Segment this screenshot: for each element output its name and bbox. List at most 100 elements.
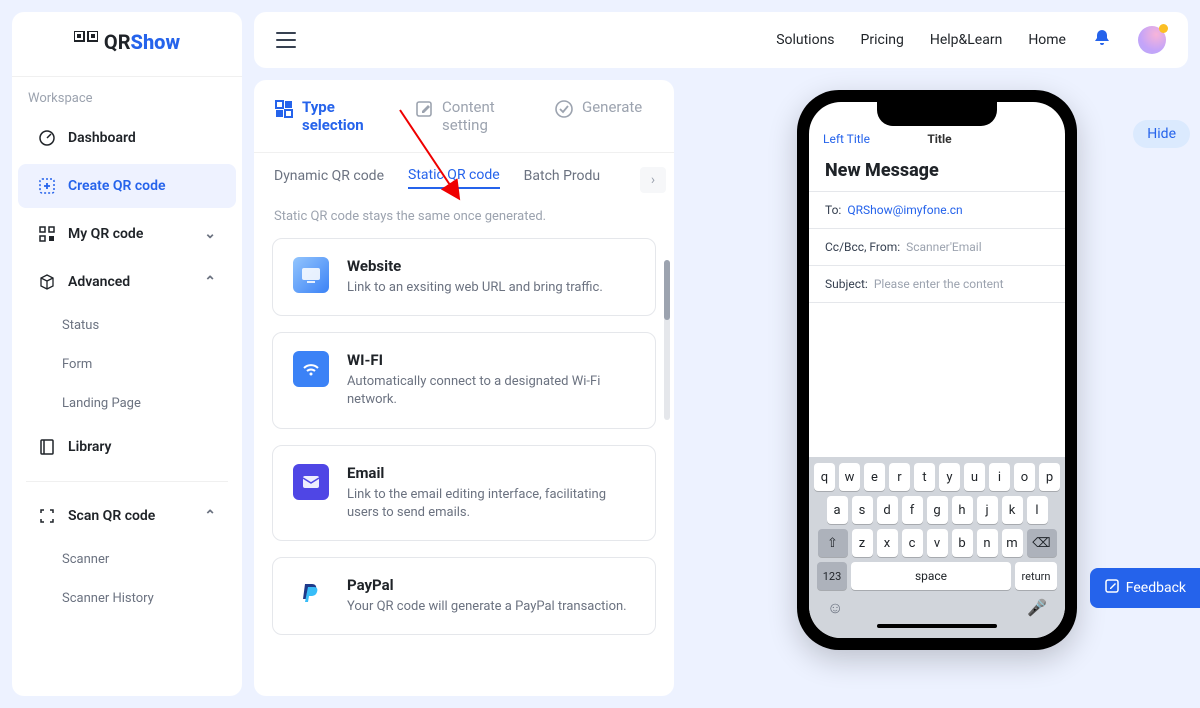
key-h[interactable]: h — [952, 496, 973, 524]
msg-body[interactable] — [809, 302, 1065, 457]
key-c[interactable]: c — [902, 529, 923, 557]
nav-my-qr[interactable]: My QR code ⌄ — [18, 212, 236, 256]
subject-label: Subject: — [825, 277, 868, 291]
key-i[interactable]: i — [989, 463, 1010, 491]
step-content-setting[interactable]: Content setting — [414, 98, 522, 134]
key-p[interactable]: p — [1039, 463, 1060, 491]
sub-scanner-history[interactable]: Scanner History — [12, 579, 242, 618]
key-q[interactable]: q — [814, 463, 835, 491]
nav-create-qr[interactable]: Create QR code — [18, 164, 236, 208]
phone-center-title: Title — [870, 132, 1009, 146]
hamburger-icon[interactable] — [276, 32, 296, 48]
sub-landing[interactable]: Landing Page — [12, 384, 242, 423]
tab-static[interactable]: Static QR code — [408, 167, 500, 189]
logo[interactable]: QRShow — [12, 12, 242, 77]
nav-label: Scan QR code — [68, 508, 155, 524]
kb-row-3: ⇧ zxcvbnm ⌫ — [813, 529, 1061, 557]
emoji-icon[interactable]: ☺ — [827, 598, 843, 618]
phone-screen: Left Title Title New Message To: QRShow@… — [809, 102, 1065, 638]
cube-icon — [38, 273, 56, 291]
top-solutions[interactable]: Solutions — [776, 32, 834, 48]
top-help[interactable]: Help&Learn — [930, 32, 1002, 48]
key-d[interactable]: d — [877, 496, 898, 524]
nav-label: My QR code — [68, 226, 143, 242]
key-b[interactable]: b — [952, 529, 973, 557]
to-label: To: — [825, 203, 841, 217]
scrollbar[interactable] — [664, 260, 670, 420]
top-home[interactable]: Home — [1028, 32, 1066, 48]
key-f[interactable]: f — [902, 496, 923, 524]
key-r[interactable]: r — [889, 463, 910, 491]
key-g[interactable]: g — [927, 496, 948, 524]
num-key[interactable]: 123 — [817, 562, 847, 590]
qr-icon — [74, 30, 98, 54]
type-email[interactable]: Email Link to the email editing interfac… — [272, 445, 656, 541]
email-icon — [293, 464, 329, 500]
key-m[interactable]: m — [1002, 529, 1023, 557]
key-v[interactable]: v — [927, 529, 948, 557]
key-t[interactable]: t — [914, 463, 935, 491]
key-s[interactable]: s — [852, 496, 873, 524]
to-value[interactable]: QRShow@imyfone.cn — [847, 203, 962, 217]
type-list: Website Link to an exsiting web URL and … — [254, 238, 674, 696]
key-j[interactable]: j — [977, 496, 998, 524]
nav-library[interactable]: Library — [18, 425, 236, 469]
msg-subject: Subject: Please enter the content — [809, 265, 1065, 302]
key-n[interactable]: n — [977, 529, 998, 557]
type-paypal[interactable]: PayPal Your QR code will generate a PayP… — [272, 557, 656, 635]
chevron-up-icon: ⌃ — [204, 508, 216, 524]
feedback-button[interactable]: Feedback — [1090, 568, 1200, 608]
return-key[interactable]: return — [1015, 562, 1057, 590]
tabs-scroll-right-icon[interactable]: › — [640, 167, 666, 193]
msg-to: To: QRShow@imyfone.cn — [809, 191, 1065, 228]
key-x[interactable]: x — [877, 529, 898, 557]
nav-label: Advanced — [68, 274, 130, 290]
key-o[interactable]: o — [1014, 463, 1035, 491]
nav-scan-qr[interactable]: Scan QR code ⌃ — [18, 494, 236, 538]
key-l[interactable]: l — [1027, 496, 1048, 524]
shift-key[interactable]: ⇧ — [818, 529, 848, 557]
mic-icon[interactable]: 🎤 — [1027, 598, 1047, 618]
nav-advanced[interactable]: Advanced ⌃ — [18, 260, 236, 304]
qr-type-tabs: Dynamic QR code Static QR code Batch Pro… — [254, 153, 674, 199]
type-website[interactable]: Website Link to an exsiting web URL and … — [272, 238, 656, 316]
phone-left-title[interactable]: Left Title — [823, 132, 870, 146]
builder-panel: Type selection Content setting Generate … — [254, 80, 674, 696]
type-title: Website — [347, 257, 603, 275]
dashboard-icon — [38, 129, 56, 147]
sub-status[interactable]: Status — [12, 306, 242, 345]
cc-placeholder[interactable]: Scanner'Email — [906, 240, 982, 254]
space-key[interactable]: space — [851, 562, 1011, 590]
nav-dashboard[interactable]: Dashboard — [18, 116, 236, 160]
type-wifi[interactable]: WI-FI Automatically connect to a designa… — [272, 332, 656, 428]
sidebar: QRShow Workspace Dashboard Create QR cod… — [12, 12, 242, 696]
backspace-key[interactable]: ⌫ — [1027, 529, 1057, 557]
key-y[interactable]: y — [939, 463, 960, 491]
type-title: PayPal — [347, 576, 627, 594]
key-a[interactable]: a — [827, 496, 848, 524]
key-u[interactable]: u — [964, 463, 985, 491]
key-z[interactable]: z — [852, 529, 873, 557]
check-circle-icon — [554, 99, 574, 119]
key-w[interactable]: w — [839, 463, 860, 491]
tab-batch[interactable]: Batch Produ — [524, 168, 600, 188]
tab-dynamic[interactable]: Dynamic QR code — [274, 168, 384, 188]
key-k[interactable]: k — [1002, 496, 1023, 524]
top-pricing[interactable]: Pricing — [861, 32, 904, 48]
key-e[interactable]: e — [864, 463, 885, 491]
steps: Type selection Content setting Generate — [254, 98, 674, 153]
avatar[interactable] — [1138, 26, 1166, 54]
hide-button[interactable]: Hide — [1133, 120, 1190, 148]
bell-icon[interactable] — [1092, 28, 1112, 52]
sub-scanner[interactable]: Scanner — [12, 540, 242, 579]
logo-suffix: Show — [131, 30, 181, 54]
chevron-down-icon: ⌄ — [204, 226, 216, 242]
type-title: WI-FI — [347, 351, 635, 369]
step-type-selection[interactable]: Type selection — [274, 98, 382, 134]
type-selection-icon — [274, 99, 294, 119]
step-generate[interactable]: Generate — [554, 98, 642, 134]
logo-brand: QR — [104, 30, 131, 54]
subject-placeholder[interactable]: Please enter the content — [874, 277, 1004, 291]
sub-form[interactable]: Form — [12, 345, 242, 384]
book-icon — [38, 438, 56, 456]
